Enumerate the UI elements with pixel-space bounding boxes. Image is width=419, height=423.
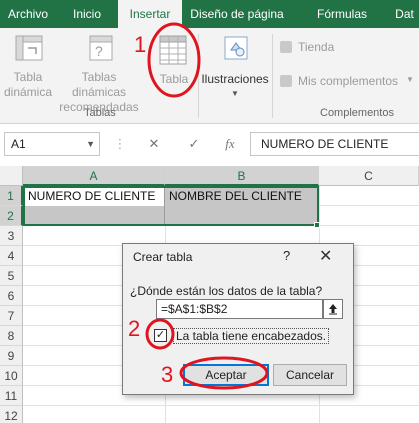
ribbon-separator [272,34,273,118]
arrow-up-icon [329,304,337,315]
table-icon [159,35,187,65]
cell-b1[interactable]: NOMBRE DEL CLIENTE [169,186,302,206]
collapse-dialog-button[interactable] [323,299,343,319]
store-icon [280,41,292,53]
chevron-down-icon: ▼ [406,75,414,84]
tab-datos[interactable]: Dat [390,0,419,28]
tienda-button[interactable]: Tienda [280,40,400,58]
column-header-a[interactable]: A [23,166,165,186]
cell-a1[interactable]: NUMERO DE CLIENTE [28,186,155,206]
pivot-table-icon [15,35,43,61]
fill-handle[interactable] [314,222,320,228]
chevron-down-icon[interactable]: ▼ [86,133,95,155]
tabla-dinamica-button[interactable]: Tabla dinámica [2,32,54,104]
annotation-number-2: 2 [128,316,141,341]
ribbon-separator [198,34,199,118]
row-header-6[interactable]: 6 [0,286,23,306]
grid-line [164,188,165,224]
annotation-number-1: 1 [134,32,147,57]
headers-checkbox[interactable]: ✓ [154,329,167,342]
mis-complementos-label: Mis complementos [298,74,399,88]
more-icon: ⋮ [113,136,127,151]
tab-inicio[interactable]: Inicio [56,0,118,28]
headers-checkbox-label[interactable]: La tabla tiene encabezados. [173,328,330,344]
ilustraciones-button[interactable]: Ilustraciones ▼ [200,32,270,104]
dialog-question: ¿Dónde están los datos de la tabla? [130,284,323,298]
aceptar-button[interactable]: Aceptar [183,364,269,386]
column-header-b[interactable]: B [165,166,319,186]
recommended-pivot-icon: ? [89,35,113,61]
column-header-c[interactable]: C [319,166,419,186]
tabla-button[interactable]: Tabla [152,32,196,104]
group-tablas-label: Tablas [84,107,116,119]
ribbon-tab-bar: Archivo Inicio Insertar Diseño de página… [0,0,419,30]
formula-input[interactable]: NUMERO DE CLIENTE [250,132,419,156]
grid-line [23,405,419,406]
tabla-label: Tabla [159,72,189,86]
row-header-12[interactable]: 12 [0,406,23,423]
row-header-1[interactable]: 1 [0,186,23,206]
row-header-8[interactable]: 8 [0,326,23,346]
cancel-entry-button[interactable]: ✕ [142,132,166,156]
tab-diseno-pagina[interactable]: Diseño de página [182,0,292,28]
crear-tabla-dialog: Crear tabla ? ✕ ¿Dónde están los datos d… [122,243,354,395]
row-header-5[interactable]: 5 [0,266,23,286]
tab-insertar[interactable]: Insertar [118,0,182,30]
row-header-3[interactable]: 3 [0,226,23,246]
mis-complementos-button[interactable]: Mis complementos ▼ [280,74,419,92]
name-box[interactable]: A1 ▼ [4,132,100,156]
name-box-value: A1 [11,137,26,151]
help-button[interactable]: ? [283,248,290,263]
ilustraciones-label: Ilustraciones [201,72,269,86]
chevron-down-icon: ▼ [231,89,239,98]
tab-archivo[interactable]: Archivo [0,0,56,28]
row-header-2[interactable]: 2 [0,206,23,226]
illustrations-icon [224,36,248,60]
group-complementos-label: Complementos [320,107,394,119]
tab-formulas[interactable]: Fórmulas [300,0,384,28]
row-header-11[interactable]: 11 [0,386,23,406]
tienda-label: Tienda [298,40,335,54]
row-header-10[interactable]: 10 [0,366,23,386]
tabla-dinamica-label: Tabla dinámica [3,70,53,99]
addins-icon [280,75,292,87]
annotation-number-3: 3 [161,362,174,387]
cancelar-button[interactable]: Cancelar [273,364,347,386]
range-input[interactable]: =$A$1:$B$2 [156,299,323,319]
dialog-title: Crear tabla [133,250,193,264]
formula-bar: A1 ▼ ⋮ ✕ ✓ fx NUMERO DE CLIENTE [0,124,419,166]
tablas-recomendadas-button[interactable]: ? Tablas dinámicas recomendadas [56,32,142,114]
row-header-4[interactable]: 4 [0,246,23,266]
close-icon[interactable]: ✕ [319,246,332,266]
ribbon-panel: Tabla dinámica ? Tablas dinámicas recome… [0,28,419,124]
row-header-9[interactable]: 9 [0,346,23,366]
enter-entry-button[interactable]: ✓ [182,132,206,156]
insert-function-button[interactable]: fx [218,132,242,156]
row-header-7[interactable]: 7 [0,306,23,326]
svg-text:?: ? [95,43,103,59]
select-all-corner[interactable] [0,166,23,186]
